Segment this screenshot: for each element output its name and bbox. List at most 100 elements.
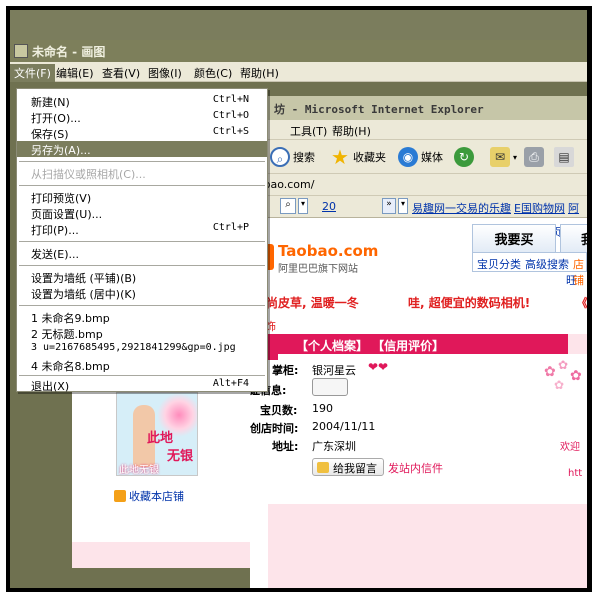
menu-page-setup[interactable]: 页面设置(U)... [17, 205, 267, 221]
menu-separator [19, 375, 265, 376]
ie-toolbar: ⌕ 搜索 ★ 收藏夹 ◉ 媒体 ↻ ✉ ▾ ⎙ ▤ [250, 140, 587, 174]
screenshot-frame: 未命名 - 画图 文件(F) 编辑(E) 查看(V) 图像(I) 颜色(C) 帮… [0, 0, 600, 600]
menu-save[interactable]: 保存(S) Ctrl+S [17, 125, 267, 141]
links-dropdown-icon[interactable]: ▾ [398, 198, 408, 214]
go-search-icon[interactable]: ⌕ [280, 198, 296, 214]
items-value: 190 [312, 402, 333, 415]
subnav-shop[interactable]: 店铺 [573, 256, 586, 288]
nav-number[interactable]: 20 [322, 200, 336, 213]
favorites-label: 收藏夹 [353, 151, 386, 164]
menu-save-as[interactable]: 另存为(A)... [17, 141, 267, 157]
banner-camera[interactable]: 哇, 超便宜的数码相机! [408, 294, 530, 311]
shop-avatar-image[interactable]: 此地 无银 此地无银 [116, 392, 198, 476]
mail-icon: ✉ [490, 147, 510, 167]
menu-open[interactable]: 打开(O)... Ctrl+O [17, 109, 267, 125]
mail-button[interactable]: ✉ ▾ [490, 146, 517, 168]
banner-more[interactable]: 《 [576, 294, 587, 311]
subnav-bar: 宝贝分类 高级搜索 店铺 [472, 252, 587, 287]
menu-help[interactable]: 帮助(H) [236, 64, 283, 82]
ie-screenshot: 坊 - Microsoft Internet Explorer 工具(T) 帮助… [250, 96, 587, 588]
menu-wallpaper-tile[interactable]: 设置为墙纸 (平铺)(B) [17, 269, 267, 285]
menu-wallpaper-center[interactable]: 设置为墙纸 (居中)(K) [17, 285, 267, 301]
flower-decoration: ✿ ✿ ✿ ✿ [544, 358, 582, 392]
menu-separator [19, 305, 265, 306]
ie-menu-bar: 工具(T) 帮助(H) [250, 120, 587, 140]
menu-view[interactable]: 查看(V) [98, 64, 144, 82]
side-red-text: 欢迎 [560, 442, 580, 453]
paint-menu-bar: 文件(F) 编辑(E) 查看(V) 图像(I) 颜色(C) 帮助(H) [10, 62, 587, 82]
address-label: 地址: [272, 440, 299, 453]
favorite-shop-label: 收藏本店铺 [129, 490, 184, 503]
created-value: 2004/11/11 [312, 420, 376, 433]
taobao-page: 首页 淘宝旺旺 Taobao.com 阿里巴巴旗下网站 我要买 我要 宝贝分类 … [250, 218, 587, 588]
search-label: 搜索 [293, 151, 315, 164]
ie-links-bar: ⌕ ▾ 20 » ▾ 易趣网一交易的乐趣 E国购物网 阿里 [250, 196, 587, 231]
media-label: 媒体 [421, 151, 443, 164]
side-url-text: htt [568, 468, 583, 479]
search-icon: ⌕ [270, 147, 290, 167]
menu-print-preview[interactable]: 打印预览(V) [17, 189, 267, 205]
menu-separator [19, 185, 265, 186]
owner-value[interactable]: 银河星云 [312, 362, 356, 378]
subnav-advanced-search[interactable]: 高级搜索 [525, 256, 569, 272]
profile-tabs-bar[interactable]: 【个人档案】 【信用评价】 [268, 334, 568, 354]
menu-file[interactable]: 文件(F) [10, 64, 55, 82]
menu-recent-3[interactable]: 3 u=2167685495,2921841299&gp=0.jpg [17, 341, 267, 357]
leave-message-label: 给我留言 [333, 462, 377, 475]
menu-new[interactable]: 新建(N) Ctrl+N [17, 93, 267, 109]
paint-app-icon [14, 44, 28, 58]
tab-buy-label: 我要买 [494, 233, 534, 248]
menu-edit[interactable]: 编辑(E) [52, 64, 98, 82]
tab-buy[interactable]: 我要买 [472, 224, 556, 252]
favorites-button[interactable]: ★ 收藏夹 [330, 146, 386, 168]
history-button[interactable]: ↻ [454, 146, 474, 168]
menu-from-scanner: 从扫描仪或照相机(C)... [31, 168, 146, 181]
dropdown-icon[interactable]: ▾ [298, 198, 308, 214]
printer-icon: ⎙ [524, 147, 544, 167]
menu-separator [19, 265, 265, 266]
menu-recent-4[interactable]: 4 未命名8.bmp [17, 357, 267, 373]
media-button[interactable]: ◉ 媒体 [398, 146, 443, 168]
profile-tabs: 【个人档案】 【信用评价】 [296, 339, 445, 353]
links-toggle-icon[interactable]: » [382, 198, 396, 214]
menu-separator [19, 161, 265, 162]
paint-window: 未命名 - 画图 文件(F) 编辑(E) 查看(V) 图像(I) 颜色(C) 帮… [10, 10, 587, 588]
menu-image[interactable]: 图像(I) [144, 64, 186, 82]
ie-menu-tools[interactable]: 工具(T) [286, 122, 331, 140]
paint-title-bar[interactable]: 未命名 - 画图 [10, 40, 587, 62]
search-button[interactable]: ⌕ 搜索 [270, 146, 315, 168]
leave-message-button[interactable]: 给我留言 [312, 458, 384, 476]
taobao-logo[interactable]: Taobao.com [278, 242, 378, 260]
ie-title-bar: 坊 - Microsoft Internet Explorer [250, 96, 587, 120]
banner-fur[interactable]: 时尚皮草, 温暖一冬 [254, 294, 359, 311]
paint-title: 未命名 - 画图 [32, 45, 106, 59]
file-menu: 新建(N) Ctrl+N 打开(O)... Ctrl+O 保存(S) Ctrl+S 另… [16, 88, 268, 393]
address-value-shop: 广东深圳 [312, 440, 356, 453]
media-icon: ◉ [398, 147, 418, 167]
items-label: 宝贝数: [260, 404, 298, 417]
cert-badge-icon[interactable] [312, 378, 348, 396]
menu-exit[interactable]: 退出(X) Alt+F4 [17, 377, 267, 393]
site-mail-link[interactable]: 发站内信件 [388, 460, 443, 476]
menu-send[interactable]: 发送(E)... [17, 245, 267, 261]
subnav-category[interactable]: 宝贝分类 [477, 256, 521, 272]
favorite-shop-link[interactable]: 收藏本店铺 [114, 488, 184, 504]
ie-menu-help[interactable]: 帮助(H) [328, 122, 375, 140]
avatar-caption-top: 此地 [147, 431, 174, 446]
menu-print[interactable]: 打印(P)... Ctrl+P [17, 221, 267, 237]
print-button[interactable]: ⎙ [524, 146, 544, 168]
edit-icon: ▤ [554, 147, 574, 167]
link-eguo[interactable]: E国购物网 [514, 200, 565, 216]
favorite-shop-icon [114, 490, 126, 502]
avatar-caption-mid: 无银 [167, 449, 194, 464]
menu-recent-2[interactable]: 2 无标题.bmp [17, 325, 267, 341]
menu-recent-1[interactable]: 1 未命名9.bmp [17, 309, 267, 325]
created-label: 创店时间: [250, 422, 299, 435]
link-eachnet[interactable]: 易趣网一交易的乐趣 [412, 200, 511, 216]
edit-button[interactable]: ▤ [554, 146, 574, 168]
tab-sell[interactable]: 我要 [560, 224, 587, 267]
history-icon: ↻ [454, 147, 474, 167]
message-icon [317, 462, 329, 473]
menu-colors[interactable]: 颜色(C) [190, 64, 236, 82]
owner-label: 掌柜: [272, 364, 299, 377]
